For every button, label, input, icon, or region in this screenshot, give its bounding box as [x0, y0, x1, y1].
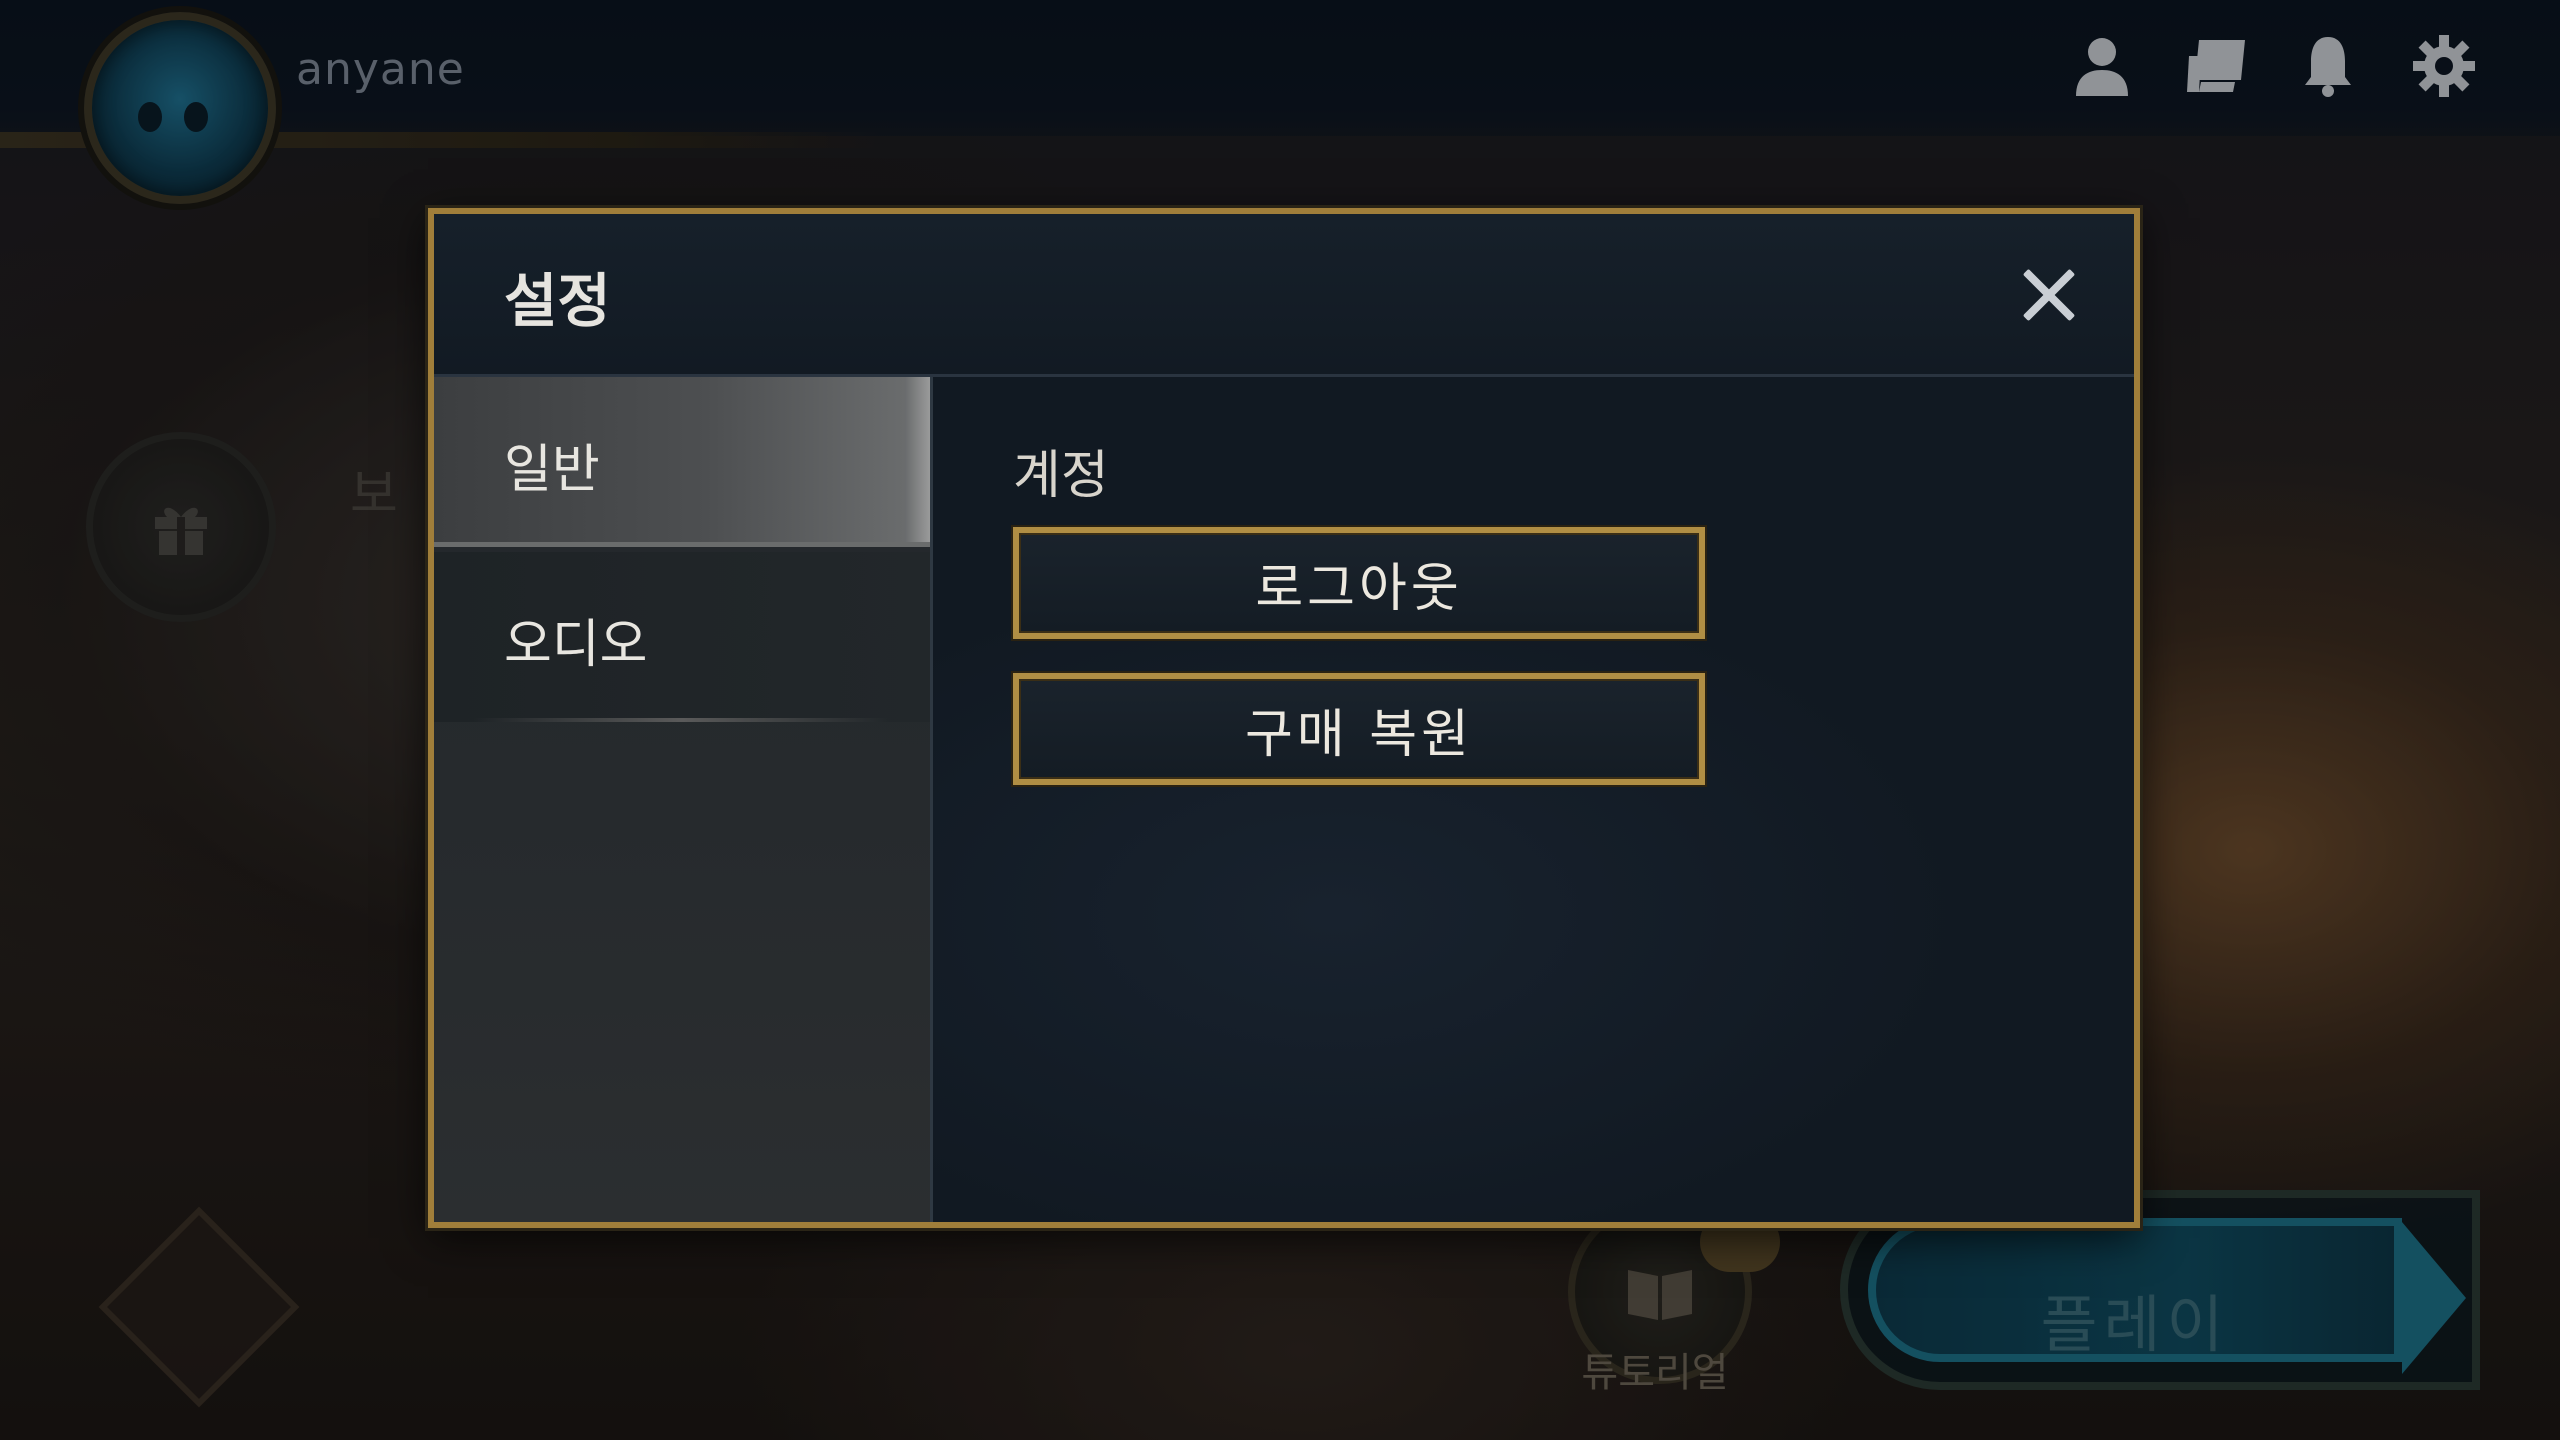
background-side-text: 보: [350, 465, 398, 525]
logout-button[interactable]: 로그아웃: [1013, 527, 1705, 639]
profile-icon[interactable]: [2070, 34, 2134, 98]
close-icon[interactable]: [2018, 264, 2080, 326]
play-button-inner: 플레이: [1868, 1218, 2402, 1362]
gift-icon: [155, 507, 207, 555]
gear-icon[interactable]: [2412, 34, 2476, 98]
settings-content: 계정 로그아웃 구매 복원: [933, 377, 2134, 1222]
play-arrow-icon: [2402, 1222, 2466, 1374]
tab-audio[interactable]: 오디오: [434, 552, 930, 722]
avatar-eye-right: [184, 102, 208, 132]
settings-sidebar: 일반 오디오: [434, 377, 933, 1222]
settings-modal-header: 설정: [434, 214, 2134, 377]
gift-button[interactable]: [86, 432, 276, 622]
restore-purchases-button[interactable]: 구매 복원: [1013, 673, 1705, 785]
username: anyane: [296, 44, 465, 95]
book-icon: [1628, 1270, 1692, 1320]
tab-general-label: 일반: [504, 440, 600, 500]
bell-icon[interactable]: [2296, 34, 2360, 98]
settings-modal: 설정 일반 오디오 계정 로그아웃 구매 복원: [428, 208, 2140, 1228]
play-button-label: 플레이: [2040, 1288, 2230, 1361]
settings-modal-title: 설정: [504, 267, 611, 335]
avatar[interactable]: [84, 12, 276, 204]
tab-audio-label: 오디오: [504, 615, 648, 675]
game-screen: anyane 보 튜토리얼 플레이 설정 일반 오디오 계정 로그아웃 구매 복…: [0, 0, 2560, 1440]
account-section-title: 계정: [1013, 446, 1109, 506]
avatar-eye-left: [138, 102, 162, 132]
tab-general[interactable]: 일반: [434, 377, 930, 547]
tutorial-label: 튜토리얼: [1581, 1350, 1729, 1396]
background-diamond-emblem: [98, 1206, 300, 1408]
collection-icon[interactable]: [2184, 34, 2248, 98]
